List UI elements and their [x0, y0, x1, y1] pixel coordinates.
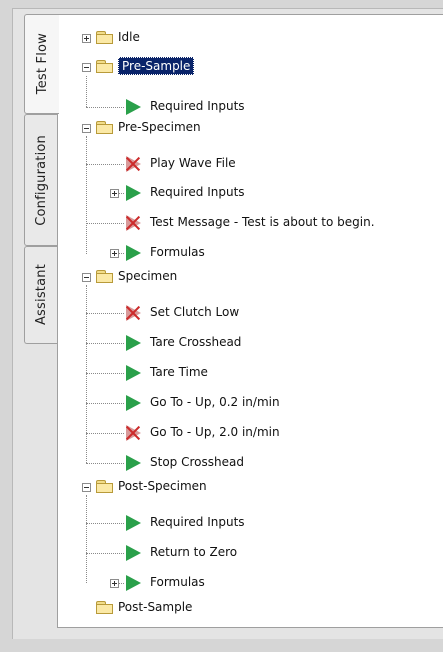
tree-connector — [86, 433, 124, 434]
tree-node-required-inputs[interactable]: Required Inputs — [150, 515, 245, 529]
tree-connector — [86, 107, 124, 108]
window-frame: Test Flow Configuration Assistant Idle P… — [0, 0, 443, 652]
vertical-tab-strip: Test Flow Configuration Assistant — [24, 14, 59, 630]
tab-assistant-label: Assistant — [33, 264, 49, 326]
tree-node-tare-time[interactable]: Tare Time — [150, 365, 208, 379]
folder-icon — [96, 601, 114, 614]
folder-icon — [96, 480, 114, 493]
tree-node-formulas[interactable]: Formulas — [150, 575, 205, 589]
folder-icon — [96, 270, 114, 283]
tree-node-required-inputs[interactable]: Required Inputs — [150, 99, 245, 113]
tree-connector — [86, 495, 87, 583]
tree-connector — [86, 223, 124, 224]
tree-node-go-to-up-0-2[interactable]: Go To - Up, 0.2 in/min — [150, 395, 280, 409]
tab-test-flow[interactable]: Test Flow — [24, 14, 59, 114]
tree-node-required-inputs[interactable]: Required Inputs — [150, 185, 245, 199]
expand-toggle[interactable] — [110, 189, 119, 198]
folder-icon — [96, 31, 114, 44]
play-icon — [126, 185, 141, 201]
tree-connector — [86, 76, 87, 107]
folder-icon — [96, 60, 114, 73]
tree-connector — [86, 343, 124, 344]
disabled-x-icon — [125, 156, 141, 172]
tree-connector — [86, 523, 124, 524]
play-icon — [126, 245, 141, 261]
collapse-toggle[interactable] — [82, 483, 91, 492]
tree-node-play-wave-file[interactable]: Play Wave File — [150, 156, 236, 170]
tree-connector — [86, 463, 124, 464]
tree-node-pre-specimen[interactable]: Pre-Specimen — [118, 120, 201, 134]
play-icon — [126, 395, 141, 411]
play-icon — [126, 99, 141, 115]
tree-node-test-message[interactable]: Test Message - Test is about to begin. — [150, 215, 375, 229]
tree-node-tare-crosshead[interactable]: Tare Crosshead — [150, 335, 241, 349]
expand-toggle[interactable] — [110, 579, 119, 588]
tree-connector — [86, 136, 87, 254]
disabled-x-icon — [125, 425, 141, 441]
tree-node-post-sample[interactable]: Post-Sample — [118, 600, 192, 614]
play-icon — [126, 575, 141, 591]
tree-node-go-to-up-2-0[interactable]: Go To - Up, 2.0 in/min — [150, 425, 280, 439]
tree-connector — [86, 373, 124, 374]
collapse-toggle[interactable] — [82, 273, 91, 282]
expand-toggle[interactable] — [110, 249, 119, 258]
play-icon — [126, 545, 141, 561]
folder-icon — [96, 121, 114, 134]
expand-toggle[interactable] — [82, 34, 91, 43]
tab-test-flow-label: Test Flow — [34, 33, 50, 95]
tab-assistant[interactable]: Assistant — [24, 246, 57, 344]
tree-connector — [86, 313, 124, 314]
tree-node-stop-crosshead[interactable]: Stop Crosshead — [150, 455, 244, 469]
tree-connector — [86, 285, 87, 463]
tree-connector — [86, 403, 124, 404]
tree-node-idle[interactable]: Idle — [118, 30, 140, 44]
tree-node-specimen[interactable]: Specimen — [118, 269, 177, 283]
tree-node-return-to-zero[interactable]: Return to Zero — [150, 545, 237, 559]
play-icon — [126, 335, 141, 351]
disabled-x-icon — [125, 305, 141, 321]
tree-node-set-clutch-low[interactable]: Set Clutch Low — [150, 305, 239, 319]
play-icon — [126, 455, 141, 471]
test-flow-tree[interactable]: Idle Pre-Sample Required Inputs Pre-Spec… — [58, 15, 443, 627]
tree-node-post-specimen[interactable]: Post-Specimen — [118, 479, 207, 493]
play-icon — [126, 515, 141, 531]
disabled-x-icon — [125, 215, 141, 231]
tree-node-formulas[interactable]: Formulas — [150, 245, 205, 259]
tree-panel[interactable]: Idle Pre-Sample Required Inputs Pre-Spec… — [57, 14, 443, 628]
tab-configuration[interactable]: Configuration — [24, 114, 57, 246]
collapse-toggle[interactable] — [82, 124, 91, 133]
collapse-toggle[interactable] — [82, 63, 91, 72]
tree-connector — [86, 553, 124, 554]
tree-node-pre-sample[interactable]: Pre-Sample — [118, 57, 195, 75]
tab-configuration-label: Configuration — [33, 134, 49, 226]
play-icon — [126, 365, 141, 381]
tree-connector — [86, 164, 124, 165]
